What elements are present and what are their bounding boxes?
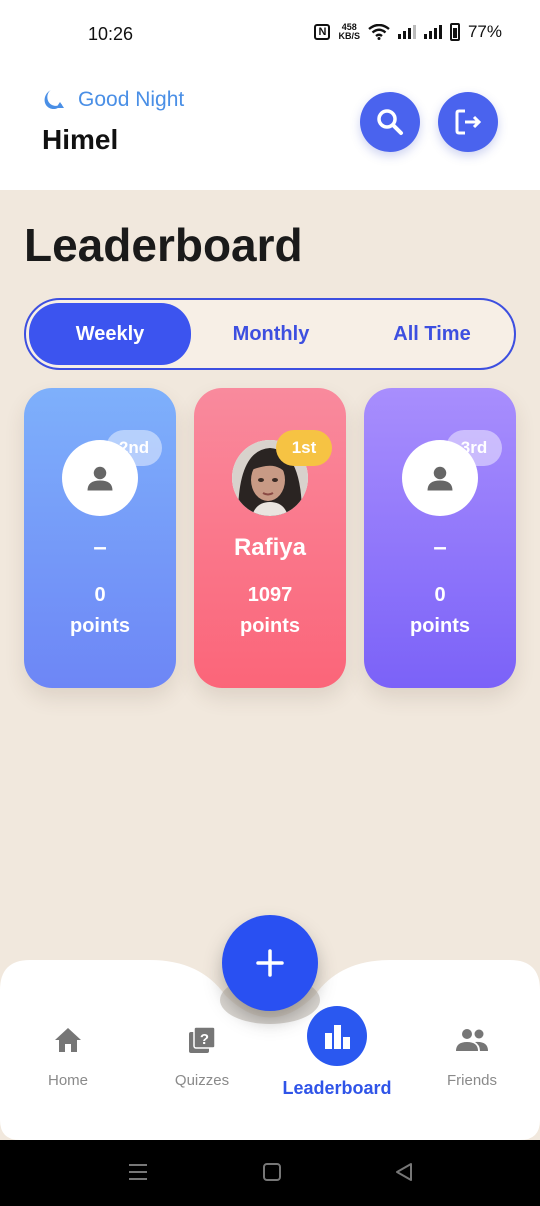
points-value: 1097: [247, 584, 293, 606]
menu-icon[interactable]: [128, 1162, 148, 1182]
tab-all-time[interactable]: All Time: [351, 303, 513, 365]
battery-icon: [449, 23, 460, 41]
nav-label: Home: [47, 1072, 88, 1089]
status-time: 10:26: [88, 24, 134, 44]
quiz-icon: ?: [189, 1026, 216, 1053]
nav-item-leaderboard[interactable]: Leaderboard: [277, 1006, 397, 1099]
plus-icon: [256, 949, 284, 977]
wifi-icon: [368, 24, 390, 40]
nav-label: Friends: [446, 1072, 498, 1089]
player-points: 0 points: [24, 580, 176, 642]
nfc-icon: N: [314, 24, 331, 40]
signal-icon-2: [423, 25, 442, 39]
nav-label: Leaderboard: [282, 1078, 392, 1098]
system-navigation-bar: [0, 1140, 540, 1206]
player-name: –: [93, 534, 107, 561]
app-header: Good Night Himel: [0, 70, 540, 190]
nav-label: Quizzes: [174, 1072, 230, 1089]
person-icon: [87, 466, 113, 491]
player-name: Rafiya: [233, 534, 307, 561]
points-unit: points: [410, 615, 470, 637]
back-icon[interactable]: [394, 1162, 414, 1182]
logout-button[interactable]: [438, 92, 498, 152]
rank-badge: 2nd: [106, 430, 162, 466]
podium-card-third[interactable]: 3rd – 0 points: [364, 388, 516, 688]
period-tabs: Weekly Monthly All Time: [24, 298, 516, 370]
points-value: 0: [94, 584, 106, 606]
home-square-icon[interactable]: [262, 1162, 282, 1182]
greeting-text: Good Night: [78, 88, 185, 111]
user-name: Himel: [42, 124, 119, 155]
rank-badge: 1st: [276, 430, 332, 466]
leaderboard-icon-wrap: [307, 1006, 367, 1066]
greeting-row: Good Night: [42, 88, 184, 112]
podium-card-first[interactable]: 1st Rafiya 1097 points: [194, 388, 346, 688]
signal-icon: [397, 25, 416, 39]
home-icon-wrap: [8, 1022, 128, 1058]
battery-level: 77%: [467, 22, 502, 41]
friends-icon: [456, 1029, 488, 1051]
home-icon: [55, 1028, 81, 1052]
podium-card-second[interactable]: 2nd – 0 points: [24, 388, 176, 688]
page-title: Leaderboard: [24, 219, 303, 271]
nav-item-friends[interactable]: Friends: [412, 1022, 532, 1089]
speed-unit: KB/S: [338, 31, 360, 41]
tab-weekly[interactable]: Weekly: [29, 303, 191, 365]
search-button[interactable]: [360, 92, 420, 152]
points-unit: points: [240, 615, 300, 637]
search-icon: [377, 109, 403, 135]
points-value: 0: [434, 584, 446, 606]
points-unit: points: [70, 615, 130, 637]
player-points: 1097 points: [194, 580, 346, 642]
add-quiz-button[interactable]: [222, 915, 318, 1011]
logout-icon: [455, 109, 482, 135]
status-bar: 10:26 N 458 KB/S 77%: [0, 0, 540, 70]
player-name: –: [433, 534, 447, 561]
person-icon: [427, 466, 453, 491]
leaderboard-icon: [325, 1025, 350, 1049]
moon-icon: [44, 90, 64, 110]
rank-badge: 3rd: [446, 430, 502, 466]
friends-icon-wrap: [412, 1022, 532, 1058]
nav-item-quizzes[interactable]: ? Quizzes: [142, 1022, 262, 1089]
tab-monthly[interactable]: Monthly: [190, 303, 352, 365]
network-speed: 458 KB/S: [338, 23, 360, 41]
quiz-icon-wrap: ?: [142, 1022, 262, 1058]
nav-item-home[interactable]: Home: [8, 1022, 128, 1089]
svg-text:?: ?: [200, 1031, 209, 1048]
player-points: 0 points: [364, 580, 516, 642]
status-icons: N 458 KB/S 77%: [314, 22, 502, 42]
